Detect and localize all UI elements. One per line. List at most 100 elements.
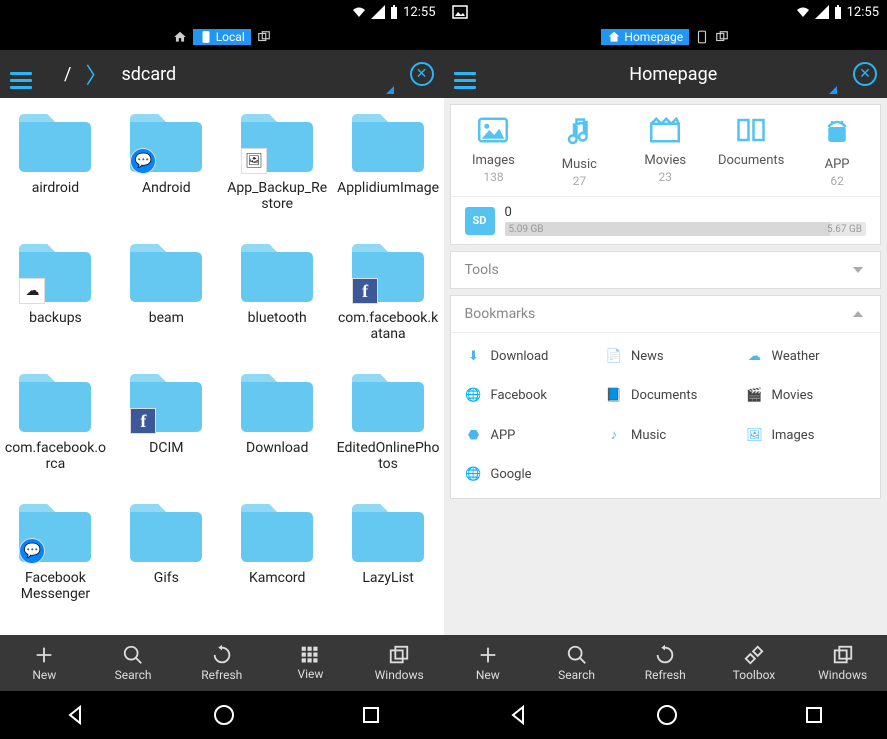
signal-icon bbox=[371, 5, 385, 19]
menu-icon[interactable] bbox=[10, 59, 32, 89]
folder-label: LazyList bbox=[362, 570, 413, 586]
folder-item[interactable]: beam bbox=[111, 234, 222, 364]
category-music[interactable]: Music27 bbox=[536, 105, 622, 196]
folder-label: Gifs bbox=[154, 570, 179, 586]
folder-item[interactable]: 💬Facebook Messenger bbox=[0, 494, 111, 624]
bookmark-news[interactable]: 📄 News bbox=[595, 337, 736, 376]
nav-back-icon[interactable] bbox=[506, 703, 530, 727]
toolbar-view[interactable]: View bbox=[266, 635, 355, 691]
device-icon[interactable] bbox=[695, 30, 709, 44]
bookmark-download[interactable]: ⬇Download bbox=[455, 337, 596, 376]
bookmark-images[interactable]: 🖼Images bbox=[736, 415, 877, 455]
dropdown-indicator[interactable] bbox=[386, 86, 394, 94]
doc-icon bbox=[736, 117, 766, 147]
folder-item[interactable]: bluetooth bbox=[222, 234, 333, 364]
toolbar-search[interactable]: Search bbox=[532, 635, 621, 691]
category-label: Movies bbox=[644, 153, 686, 168]
image-notification-icon bbox=[452, 5, 468, 19]
section-tools[interactable]: Tools bbox=[450, 251, 882, 289]
battery-icon bbox=[833, 5, 843, 20]
bookmark-facebook[interactable]: 🌐Facebook bbox=[455, 376, 596, 415]
folder-item[interactable]: airdroid bbox=[0, 104, 111, 234]
tab-bar: Local bbox=[0, 24, 444, 50]
folder-item[interactable]: LazyList bbox=[333, 494, 444, 624]
folder-icon bbox=[237, 368, 317, 436]
bookmark-music[interactable]: ♪Music bbox=[595, 415, 736, 455]
bookmark-label: News bbox=[631, 349, 664, 364]
nav-home-icon[interactable] bbox=[656, 704, 678, 726]
categories-card: Images138Music27 Movies 23 DocumentsAPP62 S… bbox=[450, 104, 882, 245]
bookmark-weather[interactable]: ☁Weather bbox=[736, 337, 877, 376]
bookmark-label: APP bbox=[491, 428, 516, 443]
bookmark-documents[interactable]: 📘Documents bbox=[595, 376, 736, 415]
category-count: 138 bbox=[483, 170, 503, 184]
folder-item[interactable]: Download bbox=[222, 364, 333, 494]
folder-label: com.facebook.orca bbox=[4, 440, 107, 472]
bookmark-icon: ⬇ bbox=[465, 349, 483, 364]
folder-label: bluetooth bbox=[248, 310, 307, 326]
breadcrumb-root[interactable]: / bbox=[50, 64, 85, 85]
folder-item[interactable]: com.facebook.orca bbox=[0, 364, 111, 494]
folder-overlay-icon: f bbox=[130, 408, 156, 434]
screen-homepage: 12:55 Homepage Homepage ✕ Images138Music… bbox=[444, 0, 887, 739]
category-count: 62 bbox=[830, 174, 844, 188]
folder-item[interactable]: ☁backups bbox=[0, 234, 111, 364]
bookmark-google[interactable]: 🌐Google bbox=[455, 455, 596, 494]
folder-item[interactable]: Gifs bbox=[111, 494, 222, 624]
status-bar: 12:55 bbox=[444, 0, 887, 24]
toolbar-new[interactable]: New bbox=[0, 635, 89, 691]
storage-row[interactable]: SD 0 5.09 GB 5.67 GB bbox=[451, 196, 881, 244]
storage-used: 5.09 GB bbox=[509, 224, 544, 235]
toolbar-new[interactable]: New bbox=[444, 635, 533, 691]
toolbar-search[interactable]: Search bbox=[89, 635, 178, 691]
nav-back-icon[interactable] bbox=[63, 703, 87, 727]
menu-icon[interactable] bbox=[454, 59, 476, 89]
bookmark-movies[interactable]: 🎬Movies bbox=[736, 376, 877, 415]
folder-item[interactable]: 🖼App_Backup_Restore bbox=[222, 104, 333, 234]
folder-icon: f bbox=[126, 368, 206, 436]
tab-homepage[interactable]: Homepage bbox=[601, 29, 689, 45]
bookmark-label: Images bbox=[772, 428, 815, 443]
category-documents[interactable]: Documents bbox=[708, 105, 794, 196]
breadcrumb-current[interactable]: sdcard bbox=[107, 64, 190, 85]
folder-item[interactable]: fcom.facebook.katana bbox=[333, 234, 444, 364]
device-icon bbox=[199, 30, 213, 44]
toolbar-windows[interactable]: Windows bbox=[355, 635, 444, 691]
folder-item[interactable]: 💬Android bbox=[111, 104, 222, 234]
path-bar: / 〉 sdcard ✕ bbox=[0, 50, 444, 98]
category-count: 27 bbox=[573, 174, 587, 188]
folder-label: Download bbox=[246, 440, 308, 456]
nav-home-icon[interactable] bbox=[213, 704, 235, 726]
bookmark-app[interactable]: ⬣APP bbox=[455, 415, 596, 455]
toolbar-refresh[interactable]: Refresh bbox=[621, 635, 710, 691]
homepage-content: Images138Music27Movies23DocumentsAPP62 S… bbox=[444, 98, 887, 635]
dropdown-indicator[interactable] bbox=[829, 86, 837, 94]
toolbar-refresh[interactable]: Refresh bbox=[177, 635, 266, 691]
file-grid[interactable]: airdroid💬Android🖼App_Backup_RestoreAppli… bbox=[0, 98, 444, 635]
category-app[interactable]: APP62 bbox=[794, 105, 880, 196]
category-movies[interactable]: Movies 23 bbox=[622, 105, 708, 196]
folder-icon bbox=[237, 498, 317, 566]
close-icon[interactable]: ✕ bbox=[853, 62, 877, 86]
toolbar-toolbox[interactable]: Toolbox bbox=[710, 635, 799, 691]
folder-item[interactable]: fDCIM bbox=[111, 364, 222, 494]
section-bookmarks[interactable]: Bookmarks bbox=[451, 296, 881, 333]
category-count: 23 bbox=[659, 170, 673, 184]
sd-icon: SD bbox=[465, 207, 495, 235]
tab-local[interactable]: Local bbox=[193, 29, 251, 45]
storage-total: 5.67 GB bbox=[827, 224, 862, 235]
nav-recent-icon[interactable] bbox=[361, 705, 381, 725]
bookmark-icon: 📄 bbox=[605, 349, 623, 364]
multiwindow-icon[interactable] bbox=[257, 30, 271, 44]
folder-item[interactable]: EditedOnlinePhotos bbox=[333, 364, 444, 494]
toolbar-windows[interactable]: Windows bbox=[798, 635, 887, 691]
home-icon[interactable] bbox=[173, 30, 187, 44]
folder-item[interactable]: ApplidiumImage bbox=[333, 104, 444, 234]
close-icon[interactable]: ✕ bbox=[410, 62, 434, 86]
multiwindow-icon[interactable] bbox=[715, 30, 729, 44]
status-time: 12:55 bbox=[847, 5, 879, 20]
nav-recent-icon[interactable] bbox=[804, 705, 824, 725]
folder-item[interactable]: Kamcord bbox=[222, 494, 333, 624]
home-icon bbox=[607, 30, 621, 44]
category-images[interactable]: Images138 bbox=[451, 105, 537, 196]
